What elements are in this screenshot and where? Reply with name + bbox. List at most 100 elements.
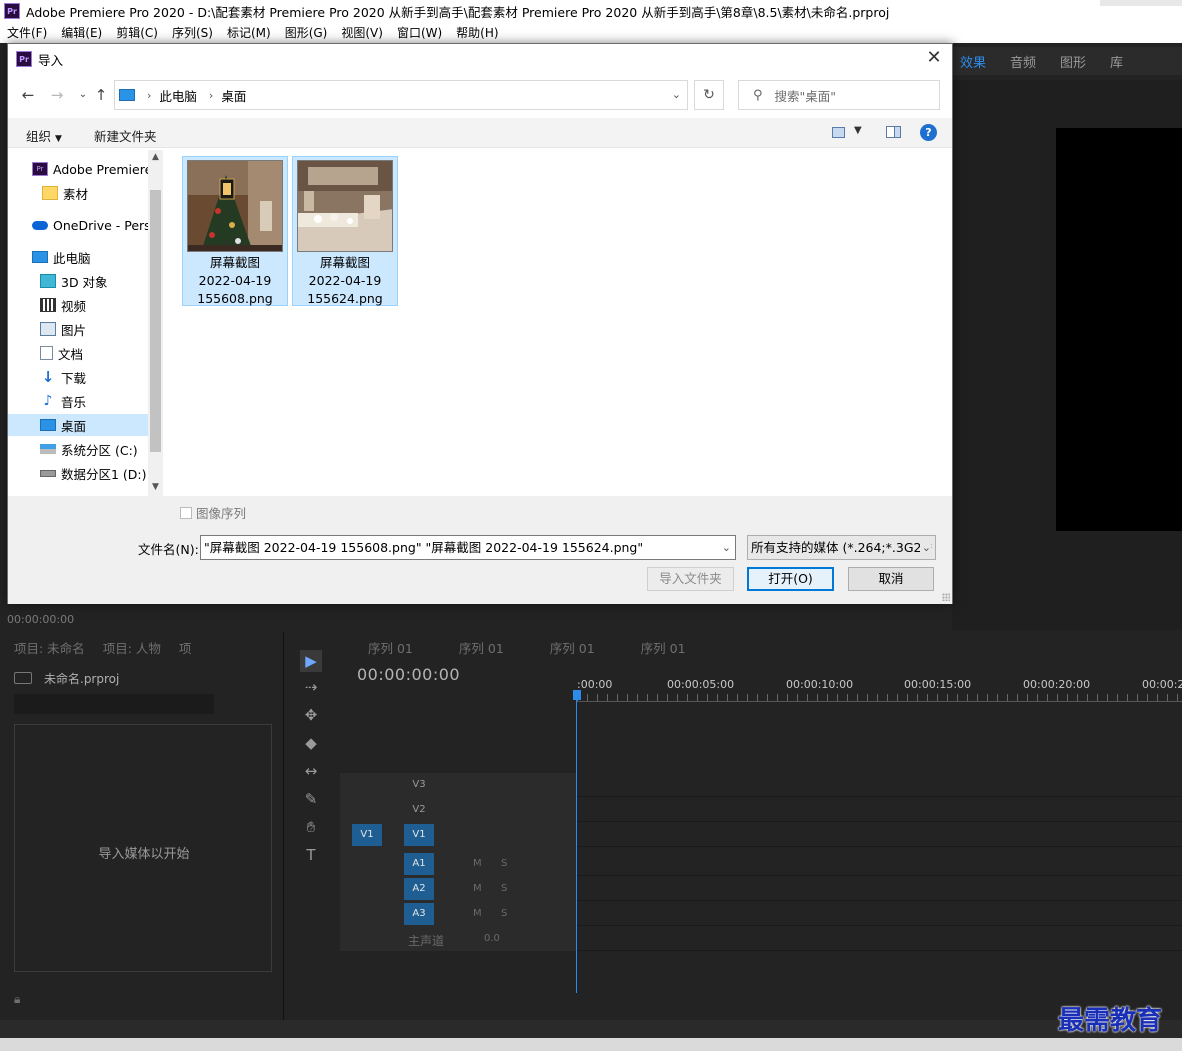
track-v3[interactable] bbox=[577, 773, 1182, 797]
ripple-edit-tool-icon[interactable]: ✥ bbox=[300, 704, 322, 726]
tab-sequence-1[interactable]: 序列 01 bbox=[368, 638, 413, 657]
menu-graphics[interactable]: 图形(G) bbox=[285, 24, 328, 41]
tab-effects[interactable]: 效果 bbox=[960, 52, 986, 71]
address-bar[interactable]: › 此电脑 › 桌面 ⌄ bbox=[114, 80, 688, 110]
track-label-v3[interactable]: V3 bbox=[404, 774, 434, 796]
track-label-v1[interactable]: V1 bbox=[404, 824, 434, 846]
back-arrow-icon[interactable]: ← bbox=[19, 86, 37, 104]
selection-tool-icon[interactable]: ▶ bbox=[300, 650, 322, 672]
track-label-a3[interactable]: A3 bbox=[404, 903, 434, 925]
chevron-down-icon[interactable]: ⌄ bbox=[722, 536, 731, 559]
time-ruler[interactable]: :00:00 00:00:05:00 00:00:10:00 00:00:15:… bbox=[577, 676, 1182, 706]
nav-item-music[interactable]: ♪ 音乐 bbox=[8, 390, 148, 412]
track-a1[interactable] bbox=[577, 852, 1182, 876]
menu-file[interactable]: 文件(F) bbox=[7, 24, 47, 41]
nav-item-onedrive[interactable]: OneDrive - Perso bbox=[8, 214, 148, 236]
scroll-up-icon[interactable]: ▲ bbox=[148, 152, 163, 162]
solo-button[interactable]: S bbox=[501, 883, 507, 894]
track-label-v2[interactable]: V2 bbox=[404, 799, 434, 821]
preview-pane-icon[interactable] bbox=[886, 126, 901, 138]
menu-window[interactable]: 窗口(W) bbox=[397, 24, 442, 41]
nav-item-drive-c[interactable]: 系统分区 (C:) bbox=[8, 438, 148, 460]
nav-item-3d-objects[interactable]: 3D 对象 bbox=[8, 270, 148, 292]
image-sequence-option[interactable]: 图像序列 bbox=[180, 503, 246, 522]
navigation-scrollbar[interactable]: ▲ ▼ bbox=[148, 150, 163, 496]
mute-button[interactable]: M bbox=[473, 858, 482, 869]
track-a2[interactable] bbox=[577, 877, 1182, 901]
file-type-filter[interactable]: 所有支持的媒体 (*.264;*.3G2;* ⌄ bbox=[747, 535, 936, 560]
menu-clip[interactable]: 剪辑(C) bbox=[116, 24, 158, 41]
nav-item-downloads[interactable]: ↓ 下载 bbox=[8, 366, 148, 388]
menu-help[interactable]: 帮助(H) bbox=[456, 24, 498, 41]
hand-tool-icon[interactable]: ✋︎ bbox=[300, 816, 322, 838]
track-a3[interactable] bbox=[577, 902, 1182, 926]
timeline-timecode[interactable]: 00:00:00:00 bbox=[357, 665, 460, 684]
menu-marker[interactable]: 标记(M) bbox=[227, 24, 271, 41]
up-arrow-icon[interactable]: ↑ bbox=[92, 86, 110, 104]
tab-sequence-3[interactable]: 序列 01 bbox=[550, 638, 595, 657]
track-label-a1[interactable]: A1 bbox=[404, 853, 434, 875]
tab-audio[interactable]: 音频 bbox=[1010, 52, 1036, 71]
tab-graphics[interactable]: 图形 bbox=[1060, 52, 1086, 71]
import-folder-button[interactable]: 导入文件夹 bbox=[647, 567, 734, 591]
filename-input[interactable]: "屏幕截图 2022-04-19 155608.png" "屏幕截图 2022-… bbox=[200, 535, 736, 560]
view-mode-icon[interactable] bbox=[832, 127, 845, 138]
playhead-line[interactable] bbox=[576, 690, 577, 993]
file-item[interactable]: 屏幕截图 2022-04-19 155624.png bbox=[292, 156, 398, 306]
tab-project-more[interactable]: 项 bbox=[179, 638, 192, 657]
caret-down-icon[interactable]: ▼ bbox=[854, 125, 862, 136]
search-input[interactable]: ⚲ 搜索"桌面" bbox=[738, 80, 940, 110]
nav-item-sucai[interactable]: 素材 bbox=[8, 182, 148, 204]
master-volume[interactable]: 0.0 bbox=[484, 933, 500, 944]
open-button[interactable]: 打开(O) bbox=[747, 567, 834, 591]
recent-dropdown-icon[interactable]: ⌄ bbox=[74, 86, 92, 104]
mute-button[interactable]: M bbox=[473, 908, 482, 919]
track-master[interactable] bbox=[577, 927, 1182, 951]
close-icon[interactable]: ✕ bbox=[924, 48, 944, 68]
scrollbar-thumb[interactable] bbox=[150, 190, 161, 452]
lock-icon[interactable]: 🔒︎ bbox=[14, 992, 20, 1006]
new-folder-button[interactable]: 新建文件夹 bbox=[94, 126, 157, 145]
tab-sequence-2[interactable]: 序列 01 bbox=[459, 638, 504, 657]
refresh-icon[interactable]: ↻ bbox=[694, 80, 724, 110]
tab-library[interactable]: 库 bbox=[1110, 52, 1123, 71]
razor-tool-icon[interactable]: ◆ bbox=[300, 732, 322, 754]
project-dropzone[interactable]: 导入媒体以开始 bbox=[14, 724, 272, 972]
menu-sequence[interactable]: 序列(S) bbox=[172, 24, 213, 41]
help-icon[interactable]: ? bbox=[920, 124, 937, 141]
track-v2[interactable] bbox=[577, 798, 1182, 822]
file-item[interactable]: 屏幕截图 2022-04-19 155608.png bbox=[182, 156, 288, 306]
menu-edit[interactable]: 编辑(E) bbox=[61, 24, 102, 41]
pen-tool-icon[interactable]: ✎ bbox=[300, 788, 322, 810]
organize-button[interactable]: 组织 ▼ bbox=[26, 126, 62, 145]
nav-item-adobe-premiere[interactable]: Pr Adobe Premiere bbox=[8, 158, 148, 180]
track-v1[interactable] bbox=[577, 823, 1182, 847]
forward-arrow-icon[interactable]: → bbox=[48, 86, 66, 104]
project-search-input[interactable] bbox=[14, 694, 214, 714]
tab-project-untitled[interactable]: 项目: 未命名 bbox=[14, 638, 85, 657]
nav-item-documents[interactable]: 文档 bbox=[8, 342, 148, 364]
cancel-button[interactable]: 取消 bbox=[848, 567, 934, 591]
image-sequence-checkbox[interactable] bbox=[180, 506, 192, 519]
nav-item-pictures[interactable]: 图片 bbox=[8, 318, 148, 340]
mute-button[interactable]: M bbox=[473, 883, 482, 894]
chevron-down-icon[interactable]: ⌄ bbox=[672, 88, 681, 101]
nav-item-this-pc[interactable]: 此电脑 bbox=[8, 246, 148, 268]
solo-button[interactable]: S bbox=[501, 908, 507, 919]
track-select-tool-icon[interactable]: ⇢ bbox=[300, 676, 322, 698]
menu-view[interactable]: 视图(V) bbox=[341, 24, 383, 41]
nav-item-desktop[interactable]: 桌面 bbox=[8, 414, 148, 436]
breadcrumb-this-pc[interactable]: 此电脑 bbox=[159, 86, 197, 105]
type-tool-icon[interactable]: T bbox=[300, 844, 322, 866]
nav-item-videos[interactable]: 视频 bbox=[8, 294, 148, 316]
playhead-handle[interactable] bbox=[573, 690, 581, 700]
scroll-down-icon[interactable]: ▼ bbox=[148, 482, 163, 492]
tab-sequence-4[interactable]: 序列 01 bbox=[641, 638, 686, 657]
nav-item-drive-d[interactable]: 数据分区1 (D:) bbox=[8, 462, 148, 484]
track-label-a2[interactable]: A2 bbox=[404, 878, 434, 900]
tab-project-people[interactable]: 项目: 人物 bbox=[103, 638, 161, 657]
source-patch-v1[interactable]: V1 bbox=[352, 824, 382, 846]
chevron-down-icon[interactable]: ⌄ bbox=[919, 536, 931, 559]
breadcrumb-desktop[interactable]: 桌面 bbox=[221, 86, 246, 105]
slip-tool-icon[interactable]: ↔ bbox=[300, 760, 322, 782]
